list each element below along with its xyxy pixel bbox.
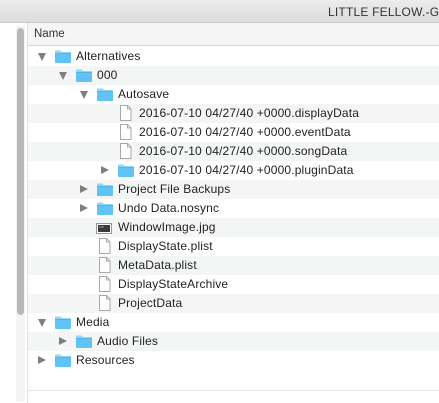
tree-row-alternatives[interactable]: Alternatives bbox=[28, 47, 439, 66]
list-divider bbox=[28, 390, 439, 391]
tree-row-media[interactable]: Media bbox=[28, 313, 439, 332]
tree-item-label: MetaData.plist bbox=[118, 258, 197, 272]
column-header-name-label: Name bbox=[34, 28, 65, 40]
disclosure-triangle-open-icon[interactable] bbox=[80, 91, 88, 99]
window-titlebar: LITTLE FELLOW.-GSV bbox=[0, 0, 439, 23]
vertical-scrollbar-thumb[interactable] bbox=[17, 28, 24, 315]
disclosure-triangle-closed-icon[interactable] bbox=[80, 204, 88, 212]
tree-item-label: Resources bbox=[76, 353, 135, 367]
tree-row-2016-07-10-04-27-40-0000-songdata[interactable]: 2016-07-10 04/27/40 +0000.songData bbox=[28, 142, 439, 161]
folder-icon bbox=[54, 353, 72, 373]
disclosure-triangle-closed-icon[interactable] bbox=[101, 166, 109, 174]
tree-row-undo-data-nosync[interactable]: Undo Data.nosync bbox=[28, 199, 439, 218]
tree-item-label: Alternatives bbox=[76, 49, 141, 63]
disclosure-triangle-closed-icon[interactable] bbox=[59, 337, 67, 345]
tree-row-displaystate-plist[interactable]: DisplayState.plist bbox=[28, 237, 439, 256]
tree-row-projectdata[interactable]: ProjectData bbox=[28, 294, 439, 313]
tree-item-label: 000 bbox=[97, 68, 118, 82]
tree-item-label: DisplayState.plist bbox=[118, 239, 213, 253]
disclosure-triangle-open-icon[interactable] bbox=[38, 319, 46, 327]
tree-item-label: 2016-07-10 04/27/40 +0000.eventData bbox=[139, 125, 351, 139]
tree-item-label: Autosave bbox=[118, 87, 170, 101]
tree-item-label: ProjectData bbox=[118, 296, 183, 310]
tree-item-label: Audio Files bbox=[97, 334, 159, 348]
tree-item-label: 2016-07-10 04/27/40 +0000.pluginData bbox=[139, 163, 354, 177]
disclosure-triangle-closed-icon[interactable] bbox=[38, 356, 46, 364]
window-title: LITTLE FELLOW.-GSV bbox=[328, 5, 439, 19]
tree-row-resources[interactable]: Resources bbox=[28, 351, 439, 370]
tree-item-label: Project File Backups bbox=[118, 182, 231, 196]
tree-row-2016-07-10-04-27-40-0000-plugindata[interactable]: 2016-07-10 04/27/40 +0000.pluginData bbox=[28, 161, 439, 180]
tree-row-windowimage-jpg[interactable]: WindowImage.jpg bbox=[28, 218, 439, 237]
disclosure-triangle-open-icon[interactable] bbox=[59, 72, 67, 80]
tree-item-label: Undo Data.nosync bbox=[118, 201, 220, 215]
tree-row-metadata-plist[interactable]: MetaData.plist bbox=[28, 256, 439, 275]
tree-item-label: DisplayStateArchive bbox=[118, 277, 229, 291]
tree-row-2016-07-10-04-27-40-0000-displaydata[interactable]: 2016-07-10 04/27/40 +0000.displayData bbox=[28, 104, 439, 123]
tree-row-000[interactable]: 000 bbox=[28, 66, 439, 85]
tree-row-displaystatearchive[interactable]: DisplayStateArchive bbox=[28, 275, 439, 294]
tree-item-label: 2016-07-10 04/27/40 +0000.displayData bbox=[139, 106, 360, 120]
tree-row-audio-files[interactable]: Audio Files bbox=[28, 332, 439, 351]
tree-item-label: Media bbox=[76, 315, 110, 329]
tree-item-label: 2016-07-10 04/27/40 +0000.songData bbox=[139, 144, 348, 158]
tree-item-label: WindowImage.jpg bbox=[118, 220, 216, 234]
tree-row-autosave[interactable]: Autosave bbox=[28, 85, 439, 104]
column-header-name[interactable]: Name bbox=[28, 23, 439, 46]
disclosure-triangle-closed-icon[interactable] bbox=[80, 185, 88, 193]
tree-row-2016-07-10-04-27-40-0000-eventdata[interactable]: 2016-07-10 04/27/40 +0000.eventData bbox=[28, 123, 439, 142]
disclosure-triangle-open-icon[interactable] bbox=[38, 53, 46, 61]
tree-row-project-file-backups[interactable]: Project File Backups bbox=[28, 180, 439, 199]
